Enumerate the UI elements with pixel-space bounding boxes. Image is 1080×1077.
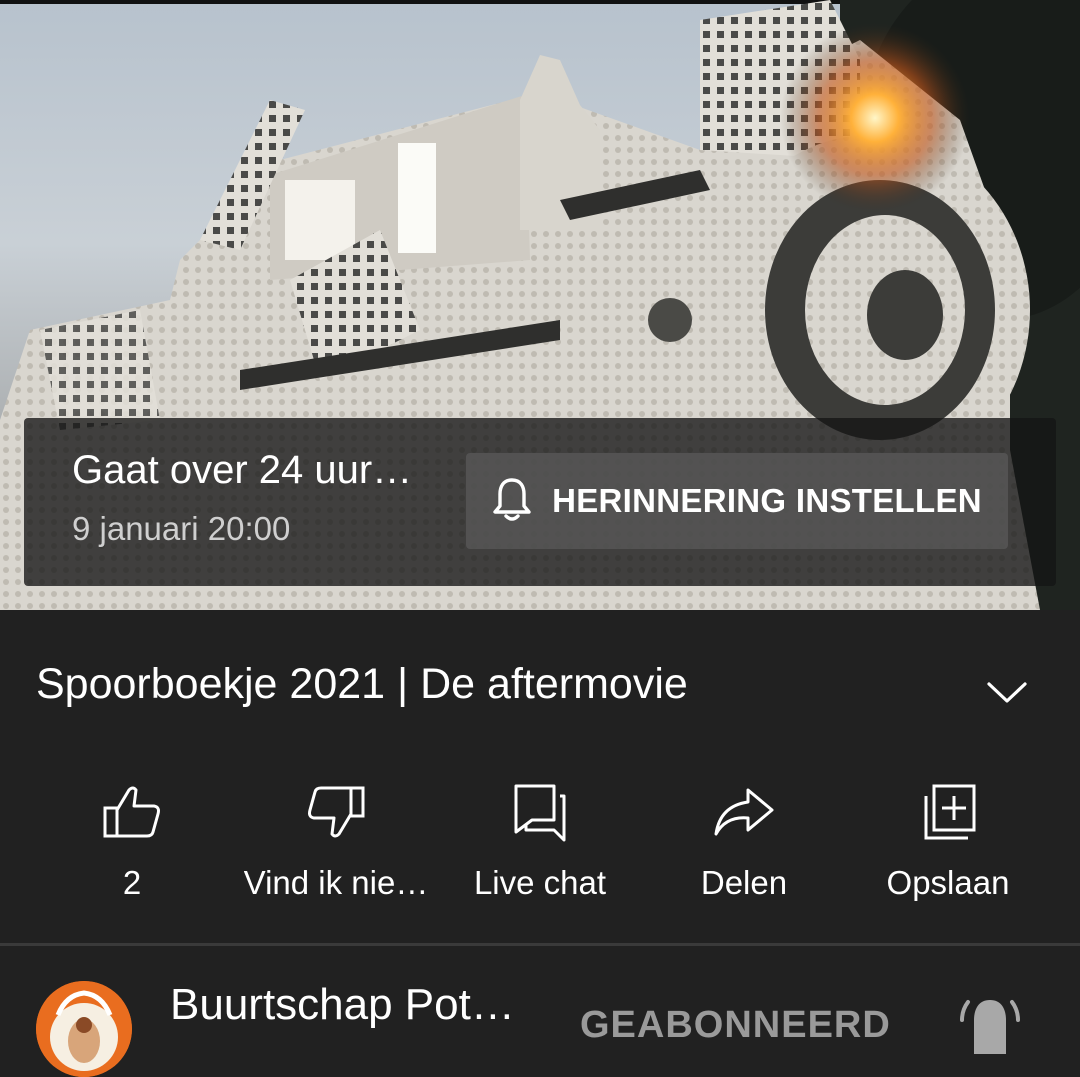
premiere-countdown: Gaat over 24 uur… [72,448,413,492]
like-button[interactable]: 2 [30,780,234,920]
dislike-button[interactable]: Vind ik nie… [234,780,438,920]
upcoming-premiere-overlay: Gaat over 24 uur… 9 januari 20:00 HERINN… [24,418,1056,586]
thumbs-up-icon [103,786,160,838]
share-label: Delen [700,864,788,901]
dislike-label: Vind ik nie… [243,864,429,901]
premiere-date: 9 januari 20:00 [72,510,291,547]
bell-icon [492,476,532,527]
chevron-down-icon [987,682,1027,703]
chat-icon [514,784,566,842]
channel-avatar[interactable] [36,981,132,1077]
channel-name[interactable]: Buurtschap Pot… [170,980,515,1030]
expand-description-button[interactable] [983,668,1031,716]
video-title[interactable]: Spoorboekje 2021 | De aftermovie [36,660,688,709]
channel-logo [36,981,132,1077]
video-player[interactable]: Gaat over 24 uur… 9 januari 20:00 HERINN… [0,0,1080,610]
thumbs-down-icon [308,786,365,838]
like-count: 2 [122,864,142,901]
live-chat-label: Live chat [473,864,607,901]
section-divider [0,943,1080,946]
action-bar: 2 Vind ik nie… Live chat Delen Opslaan [0,780,1080,920]
subscribed-button[interactable]: GEABONNEERD [580,1004,891,1047]
live-chat-button[interactable]: Live chat [438,780,642,920]
share-button[interactable]: Delen [642,780,846,920]
share-icon [714,788,774,836]
add-to-playlist-icon [924,784,976,840]
save-button[interactable]: Opslaan [846,780,1050,920]
save-label: Opslaan [886,864,1010,901]
notification-bell-icon [960,1000,1020,1054]
notification-bell-button[interactable] [956,994,1024,1054]
set-reminder-label: HERINNERING INSTELLEN [552,482,982,519]
set-reminder-button[interactable]: HERINNERING INSTELLEN [466,453,1008,549]
